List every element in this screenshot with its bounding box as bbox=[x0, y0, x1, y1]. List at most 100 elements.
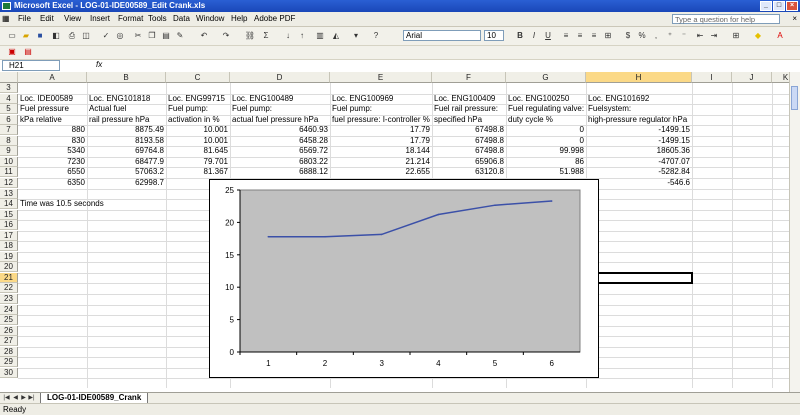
print-preview-icon[interactable]: ◫ bbox=[80, 30, 92, 42]
cell[interactable]: kPa relative bbox=[18, 115, 89, 125]
cell[interactable]: 6888.12 bbox=[230, 167, 330, 177]
cell[interactable]: 68477.9 bbox=[87, 157, 166, 167]
cell[interactable]: Fuel pump: bbox=[166, 104, 232, 114]
cell[interactable]: -5282.84 bbox=[586, 167, 692, 177]
menu-file[interactable]: File bbox=[18, 14, 31, 23]
cell[interactable]: 86 bbox=[506, 157, 586, 167]
last-sheet-icon[interactable]: ▶| bbox=[28, 394, 35, 402]
align-left-icon[interactable]: ≡ bbox=[560, 30, 572, 42]
cell[interactable]: 51.988 bbox=[506, 167, 586, 177]
menu-data[interactable]: Data bbox=[173, 14, 190, 23]
copy-icon[interactable]: ❐ bbox=[146, 30, 158, 42]
help-icon[interactable]: ? bbox=[370, 30, 382, 42]
prev-sheet-icon[interactable]: ◀ bbox=[12, 394, 19, 402]
row-header[interactable]: 12 bbox=[0, 177, 18, 188]
row-header[interactable]: 8 bbox=[0, 135, 18, 146]
cell[interactable]: -546.6 bbox=[586, 178, 692, 188]
open-icon[interactable]: ▰ bbox=[20, 30, 32, 42]
cell[interactable]: 6569.72 bbox=[230, 146, 330, 156]
cell[interactable]: 7230 bbox=[18, 157, 87, 167]
new-icon[interactable]: ▭ bbox=[6, 30, 18, 42]
italic-icon[interactable]: I bbox=[528, 30, 540, 42]
cell[interactable]: Loc. ENG100409 bbox=[432, 94, 508, 104]
permission-icon[interactable]: ◧ bbox=[50, 30, 62, 42]
align-center-icon[interactable]: ≡ bbox=[574, 30, 586, 42]
row-header[interactable]: 29 bbox=[0, 357, 18, 368]
column-header[interactable]: B bbox=[87, 72, 166, 83]
column-header[interactable]: J bbox=[732, 72, 772, 83]
cell[interactable]: 10.001 bbox=[166, 125, 230, 135]
row-header[interactable]: 27 bbox=[0, 336, 18, 347]
row-header[interactable]: 28 bbox=[0, 346, 18, 357]
research-icon[interactable]: ◎ bbox=[114, 30, 126, 42]
cell[interactable]: duty cycle % bbox=[506, 115, 588, 125]
cell[interactable]: 57063.2 bbox=[87, 167, 166, 177]
column-header[interactable]: C bbox=[166, 72, 230, 83]
cell[interactable]: 18.144 bbox=[330, 146, 432, 156]
cell[interactable]: Actual fuel bbox=[87, 104, 168, 114]
menu-edit[interactable]: Edit bbox=[40, 14, 54, 23]
cell[interactable]: 5340 bbox=[18, 146, 87, 156]
save-icon[interactable]: ■ bbox=[34, 30, 46, 42]
column-header[interactable]: E bbox=[330, 72, 432, 83]
print-icon[interactable]: ⎙ bbox=[66, 30, 78, 42]
cell[interactable]: fuel pressure: I-controller % bbox=[330, 115, 434, 125]
bold-icon[interactable]: B bbox=[514, 30, 526, 42]
cell[interactable]: 67498.8 bbox=[432, 136, 506, 146]
cell[interactable]: 6803.22 bbox=[230, 157, 330, 167]
row-header[interactable]: 15 bbox=[0, 209, 18, 220]
cell[interactable]: Fuel rail pressure: bbox=[432, 104, 508, 114]
row-header[interactable]: 16 bbox=[0, 220, 18, 231]
format-painter-icon[interactable]: ✎ bbox=[174, 30, 186, 42]
scroll-thumb[interactable] bbox=[791, 86, 798, 110]
cell[interactable]: 8193.58 bbox=[87, 136, 166, 146]
hyperlink-icon[interactable]: ⛓ bbox=[244, 30, 256, 42]
note-cell[interactable]: Time was 10.5 seconds bbox=[18, 199, 200, 209]
column-header[interactable]: H bbox=[586, 72, 692, 83]
row-header[interactable]: 22 bbox=[0, 283, 18, 294]
row-header[interactable]: 9 bbox=[0, 146, 18, 157]
cell[interactable]: 21.214 bbox=[330, 157, 432, 167]
font-name-select[interactable]: Arial bbox=[403, 30, 481, 41]
cell[interactable]: 67498.8 bbox=[432, 125, 506, 135]
menu-format[interactable]: Format bbox=[118, 14, 143, 23]
zoom-icon[interactable]: ▾ bbox=[350, 30, 362, 42]
row-header[interactable]: 7 bbox=[0, 125, 18, 136]
row-header[interactable]: 6 bbox=[0, 114, 18, 125]
increase-indent-icon[interactable]: ⇥ bbox=[708, 30, 720, 42]
cell[interactable]: Loc. ENG101692 bbox=[586, 94, 694, 104]
pdf-email-icon[interactable]: ▤ bbox=[22, 46, 34, 58]
row-header[interactable]: 13 bbox=[0, 188, 18, 199]
redo-icon[interactable]: ↷ bbox=[220, 30, 232, 42]
cell[interactable]: 63120.8 bbox=[432, 167, 506, 177]
row-header[interactable]: 18 bbox=[0, 241, 18, 252]
font-size-select[interactable]: 10 bbox=[484, 30, 504, 41]
menu-insert[interactable]: Insert bbox=[90, 14, 110, 23]
cell[interactable]: Loc. ENG101818 bbox=[87, 94, 168, 104]
comma-icon[interactable]: , bbox=[650, 30, 662, 42]
percent-icon[interactable]: % bbox=[636, 30, 648, 42]
selected-cell[interactable] bbox=[585, 271, 693, 285]
cell[interactable]: 67498.8 bbox=[432, 146, 506, 156]
cell[interactable]: Loc. IDE00589 bbox=[18, 94, 89, 104]
line-chart[interactable]: 0 5 10 15 20 25 1 2 3 4 5 6 bbox=[209, 179, 599, 378]
cell[interactable]: Fuel pressure bbox=[18, 104, 89, 114]
decrease-indent-icon[interactable]: ⇤ bbox=[694, 30, 706, 42]
column-header[interactable]: A bbox=[18, 72, 87, 83]
cell[interactable]: activation in % bbox=[166, 115, 232, 125]
fx-icon[interactable]: fx bbox=[96, 60, 102, 69]
row-header[interactable]: 14 bbox=[0, 199, 18, 210]
cell[interactable]: 17.79 bbox=[330, 125, 432, 135]
minimize-button[interactable]: _ bbox=[760, 1, 772, 11]
cell[interactable]: 6460.93 bbox=[230, 125, 330, 135]
cell[interactable]: high-pressure regulator hPa bbox=[586, 115, 694, 125]
cell[interactable]: 62998.7 bbox=[87, 178, 166, 188]
column-header[interactable]: F bbox=[432, 72, 506, 83]
column-header[interactable]: I bbox=[692, 72, 732, 83]
cell[interactable]: specified hPa bbox=[432, 115, 508, 125]
sort-ascending-icon[interactable]: ↓ bbox=[282, 30, 294, 42]
menu-adobe-pdf[interactable]: Adobe PDF bbox=[254, 14, 295, 23]
cell[interactable]: 10.001 bbox=[166, 136, 230, 146]
row-header[interactable]: 25 bbox=[0, 315, 18, 326]
column-header[interactable]: D bbox=[230, 72, 330, 83]
